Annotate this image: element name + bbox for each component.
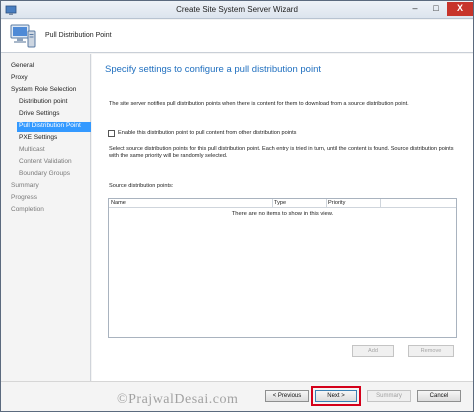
- window-title: Create Site System Server Wizard: [176, 5, 298, 14]
- minimize-button[interactable]: –: [405, 2, 425, 16]
- table-header: Name Type Priority: [109, 199, 456, 208]
- nav-item-pxe-settings[interactable]: PXE Settings: [19, 134, 57, 144]
- nav-item-pull-distribution-point[interactable]: Pull Distribution Point: [17, 122, 91, 132]
- empty-table-message: There are no items to show in this view.: [231, 211, 334, 217]
- enable-pull-checkbox-label[interactable]: Enable this distribution point to pull c…: [118, 130, 296, 136]
- title-bar[interactable]: Create Site System Server Wizard – □ X: [1, 1, 473, 19]
- watermark-text: ©PrajwalDesai.com: [117, 392, 239, 407]
- close-button[interactable]: X: [447, 2, 473, 16]
- page-description: The site server notifies pull distributi…: [109, 101, 409, 107]
- nav-item-drive-settings[interactable]: Drive Settings: [19, 110, 59, 120]
- column-name[interactable]: Name: [111, 200, 126, 208]
- column-divider[interactable]: [380, 199, 381, 208]
- wizard-window: Create Site System Server Wizard – □ X P…: [0, 0, 474, 412]
- column-priority[interactable]: Priority: [328, 200, 345, 208]
- page-title: Specify settings to configure a pull dis…: [105, 64, 321, 75]
- nav-item-system-role-selection[interactable]: System Role Selection: [11, 86, 76, 96]
- source-info-text: Select source distribution points for th…: [109, 146, 454, 159]
- column-divider[interactable]: [272, 199, 273, 208]
- column-type[interactable]: Type: [274, 200, 286, 208]
- header-title: Pull Distribution Point: [45, 32, 112, 39]
- source-points-label: Source distribution points:: [109, 183, 174, 189]
- server-computer-icon: [10, 24, 36, 48]
- previous-button[interactable]: < Previous: [265, 390, 309, 402]
- source-points-table[interactable]: Name Type Priority There are no items to…: [108, 198, 457, 338]
- wizard-header: Pull Distribution Point: [1, 20, 473, 53]
- column-divider[interactable]: [326, 199, 327, 208]
- summary-button[interactable]: Summary: [367, 390, 411, 402]
- nav-item-content-validation: Content Validation: [19, 158, 72, 165]
- main-content: Specify settings to configure a pull dis…: [92, 54, 473, 381]
- remove-button[interactable]: Remove: [408, 345, 454, 357]
- add-button[interactable]: Add: [352, 345, 394, 357]
- enable-pull-checkbox[interactable]: [108, 130, 115, 137]
- nav-item-completion: Completion: [11, 206, 44, 213]
- cancel-button[interactable]: Cancel: [417, 390, 461, 402]
- nav-item-general[interactable]: General: [11, 62, 34, 72]
- wizard-navigation: General Proxy System Role Selection Dist…: [1, 54, 91, 381]
- next-button[interactable]: Next >: [315, 390, 357, 402]
- nav-item-summary: Summary: [11, 182, 39, 189]
- nav-item-proxy[interactable]: Proxy: [11, 74, 28, 84]
- nav-item-distribution-point[interactable]: Distribution point: [19, 98, 67, 108]
- nav-item-progress: Progress: [11, 194, 38, 201]
- nav-item-boundary-groups: Boundary Groups: [19, 170, 70, 177]
- maximize-button[interactable]: □: [426, 2, 446, 16]
- nav-item-multicast: Multicast: [19, 146, 45, 153]
